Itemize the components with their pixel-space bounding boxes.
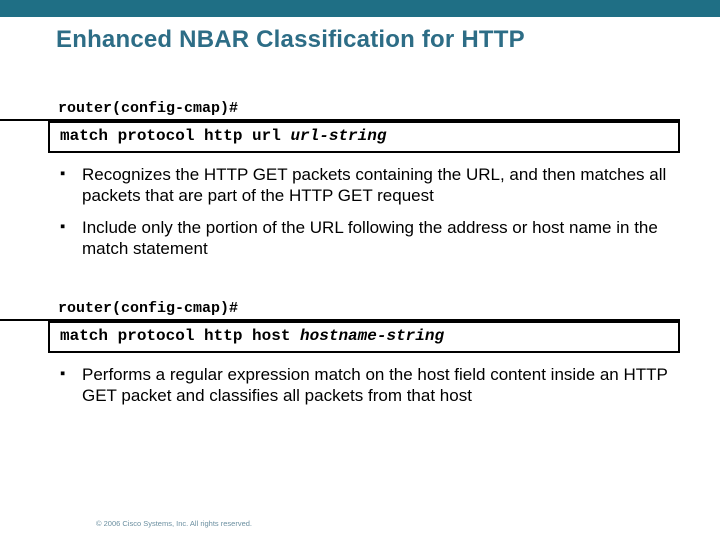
cli-command-2: match protocol http host hostname-string	[48, 321, 680, 353]
accent-bar	[0, 0, 720, 17]
bullets-2: Performs a regular expression match on t…	[60, 365, 680, 406]
list-item: Recognizes the HTTP GET packets containi…	[60, 165, 680, 206]
cli-prompt-2: router(config-cmap)#	[0, 300, 680, 321]
block-host: router(config-cmap)# match protocol http…	[0, 300, 720, 406]
list-item: Performs a regular expression match on t…	[60, 365, 680, 406]
list-item: Include only the portion of the URL foll…	[60, 218, 680, 259]
cli-command-1: match protocol http url url-string	[48, 121, 680, 153]
block-url: router(config-cmap)# match protocol http…	[0, 100, 720, 260]
bullets-1: Recognizes the HTTP GET packets containi…	[60, 165, 680, 260]
cli-command-1-arg: url-string	[290, 127, 386, 145]
cli-command-1-static: match protocol http url	[60, 127, 290, 145]
slide-body: Enhanced NBAR Classification for HTTP ro…	[0, 20, 720, 540]
cli-prompt-1: router(config-cmap)#	[0, 100, 680, 121]
cli-command-2-arg: hostname-string	[300, 327, 444, 345]
page-title: Enhanced NBAR Classification for HTTP	[0, 20, 720, 54]
copyright-footer: © 2006 Cisco Systems, Inc. All rights re…	[96, 519, 252, 528]
cli-command-2-static: match protocol http host	[60, 327, 300, 345]
